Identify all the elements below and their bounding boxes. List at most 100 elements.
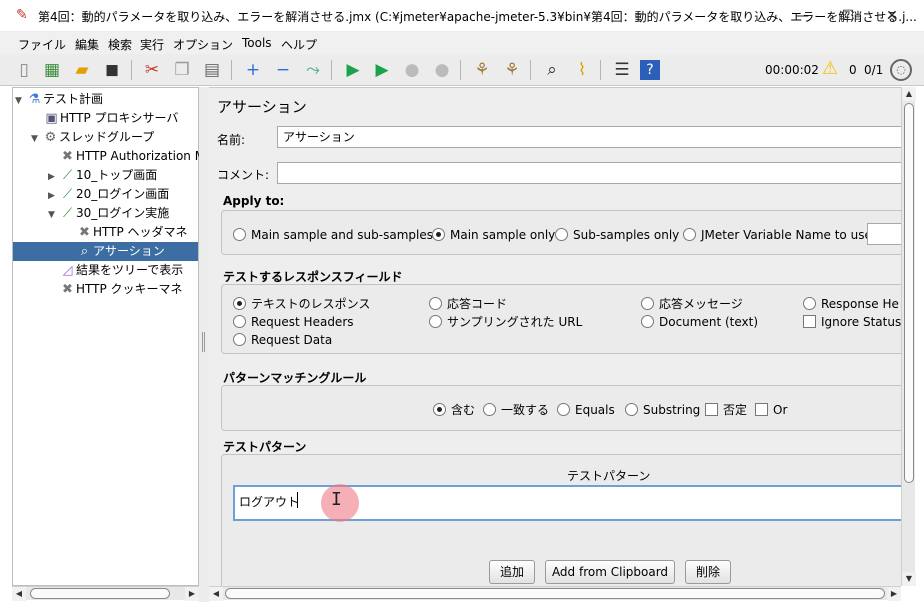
- toolbar-separator: [131, 60, 132, 80]
- pipette-icon: ⟋: [62, 168, 73, 183]
- maximize-button[interactable]: ☐: [828, 4, 868, 28]
- sampled-url-radio[interactable]: サンプリングされた URL: [429, 314, 582, 330]
- menu-options[interactable]: オプション: [173, 36, 233, 53]
- pane-splitter[interactable]: [199, 87, 209, 602]
- apply-sub-only-radio[interactable]: Sub-samples only: [555, 227, 679, 243]
- apply-main-only-radio[interactable]: Main sample only: [432, 227, 555, 243]
- add-button[interactable]: 追加: [489, 560, 535, 584]
- document-text-radio[interactable]: Document (text): [641, 314, 758, 330]
- shutdown-icon[interactable]: ●: [430, 58, 454, 82]
- scroll-up-icon[interactable]: ▲: [902, 87, 916, 101]
- contains-radio[interactable]: 含む: [433, 402, 475, 418]
- toggle-icon[interactable]: ⤳: [301, 58, 325, 82]
- new-icon[interactable]: ▯: [12, 58, 36, 82]
- warning-icon[interactable]: ⚠: [822, 58, 838, 79]
- scroll-left-icon[interactable]: ◀: [209, 587, 223, 601]
- paste-icon[interactable]: ▤: [200, 58, 224, 82]
- scroll-right-icon[interactable]: ▶: [185, 587, 199, 601]
- substring-radio[interactable]: Substring: [625, 402, 700, 418]
- minimize-button[interactable]: —: [782, 4, 822, 28]
- cut-icon[interactable]: ✂: [140, 58, 164, 82]
- tree-item-header-manager[interactable]: ✖ HTTP ヘッダマネ: [13, 223, 198, 242]
- radio-icon: [429, 315, 442, 328]
- function-helper-icon[interactable]: ☰: [610, 58, 634, 82]
- expand-arrow-icon[interactable]: ▼: [48, 206, 59, 225]
- test-plan-tree: ▼ ⚗ テスト計画 ▣ HTTP プロキシサーバ ▼ ⚙ スレッドグループ ✖ HTTP A…: [12, 87, 205, 586]
- thread-count: 0/1: [864, 63, 884, 77]
- name-label: 名前:: [217, 133, 246, 147]
- open-folder-icon[interactable]: ▰: [70, 58, 94, 82]
- expand-arrow-icon[interactable]: ▼: [15, 92, 26, 111]
- menu-run[interactable]: 実行: [140, 36, 164, 53]
- add-from-clipboard-button[interactable]: Add from Clipboard: [545, 560, 675, 584]
- radio-icon: [803, 297, 816, 310]
- tree-item-top-page[interactable]: ▶ ⟋ 10_トップ画面: [13, 166, 198, 185]
- expand-arrow-icon[interactable]: ▼: [31, 130, 42, 149]
- save-icon[interactable]: ◼: [100, 58, 124, 82]
- delete-button[interactable]: 削除: [685, 560, 731, 584]
- scroll-left-icon[interactable]: ◀: [12, 587, 26, 601]
- tree-item-auth-manager[interactable]: ✖ HTTP Authorization M: [13, 147, 205, 166]
- start-icon[interactable]: ▶: [341, 58, 365, 82]
- menu-file[interactable]: ファイル: [18, 36, 66, 53]
- close-button[interactable]: ✕: [872, 4, 912, 28]
- reset-search-broom-icon[interactable]: ⌇: [570, 58, 594, 82]
- equals-radio[interactable]: Equals: [557, 402, 615, 418]
- ignore-status-checkbox[interactable]: Ignore Status: [803, 314, 901, 330]
- scroll-right-icon[interactable]: ▶: [887, 587, 901, 601]
- comment-field[interactable]: [277, 162, 901, 184]
- tree-item-test-plan[interactable]: ▼ ⚗ テスト計画: [13, 90, 198, 109]
- main-horizontal-scrollbar[interactable]: ◀ ▶: [209, 586, 901, 601]
- remote-status-icon[interactable]: ◌: [890, 59, 912, 81]
- menu-help[interactable]: ヘルプ: [281, 36, 317, 53]
- tree-item-thread-group[interactable]: ▼ ⚙ スレッドグループ: [13, 128, 198, 147]
- apply-main-and-sub-radio[interactable]: Main sample and sub-samples: [233, 227, 433, 243]
- not-checkbox[interactable]: 否定: [705, 402, 747, 418]
- menu-search[interactable]: 検索: [108, 36, 132, 53]
- or-checkbox[interactable]: Or: [755, 402, 787, 418]
- scrollbar-thumb[interactable]: [225, 588, 885, 599]
- matches-radio[interactable]: 一致する: [483, 402, 549, 418]
- tree-item-result-tree[interactable]: ◿ 結果をツリーで表示: [13, 261, 198, 280]
- templates-icon[interactable]: ▦: [40, 58, 64, 82]
- tree-item-proxy[interactable]: ▣ HTTP プロキシサーバ: [13, 109, 198, 128]
- elapsed-time: 00:00:02: [765, 63, 819, 77]
- main-vertical-scrollbar[interactable]: ▲ ▼: [901, 87, 916, 586]
- collapse-icon[interactable]: −: [271, 58, 295, 82]
- request-headers-radio[interactable]: Request Headers: [233, 314, 354, 330]
- pattern-row-text[interactable]: ログアウト: [239, 493, 299, 510]
- radio-selected-icon: [432, 228, 445, 241]
- start-no-pause-icon[interactable]: ▶: [370, 58, 394, 82]
- clear-all-icon[interactable]: ⚘: [500, 58, 524, 82]
- text-response-radio[interactable]: テキストのレスポンス: [233, 296, 370, 312]
- radio-icon: [641, 297, 654, 310]
- menu-tools[interactable]: Tools: [242, 36, 272, 50]
- expand-icon[interactable]: +: [241, 58, 265, 82]
- gear-icon: ⚙: [44, 130, 57, 145]
- variable-name-field[interactable]: [867, 223, 901, 245]
- response-code-radio[interactable]: 応答コード: [429, 296, 507, 312]
- copy-icon[interactable]: ❐: [170, 58, 194, 82]
- toolbar-separator: [460, 60, 461, 80]
- scrollbar-thumb[interactable]: [30, 588, 170, 599]
- menu-edit[interactable]: 編集: [75, 36, 99, 53]
- proxy-icon: ▣: [45, 111, 58, 126]
- tree-item-login-page[interactable]: ▶ ⟋ 20_ログイン画面: [13, 185, 198, 204]
- help-icon[interactable]: ?: [640, 60, 660, 80]
- response-message-radio[interactable]: 応答メッセージ: [641, 296, 743, 312]
- scrollbar-thumb[interactable]: [904, 103, 914, 483]
- scroll-down-icon[interactable]: ▼: [902, 572, 916, 586]
- search-binoculars-icon[interactable]: ⌕: [540, 58, 564, 82]
- name-field[interactable]: アサーション: [277, 126, 901, 148]
- splitter-grip: [202, 332, 205, 352]
- tree-item-cookie-manager[interactable]: ✖ HTTP クッキーマネ: [13, 280, 198, 299]
- request-data-radio[interactable]: Request Data: [233, 332, 332, 348]
- apply-variable-radio[interactable]: JMeter Variable Name to use: [683, 227, 872, 243]
- pipette-icon: ⟋: [62, 187, 73, 202]
- response-headers-radio[interactable]: Response He: [803, 296, 899, 312]
- clear-icon[interactable]: ⚘: [470, 58, 494, 82]
- tree-item-login-exec[interactable]: ▼ ⟋ 30_ログイン実施: [13, 204, 198, 223]
- tree-item-assertion[interactable]: ⌕ アサーション: [13, 242, 198, 261]
- tree-horizontal-scrollbar[interactable]: ◀ ▶: [12, 586, 199, 601]
- stop-icon[interactable]: ●: [400, 58, 424, 82]
